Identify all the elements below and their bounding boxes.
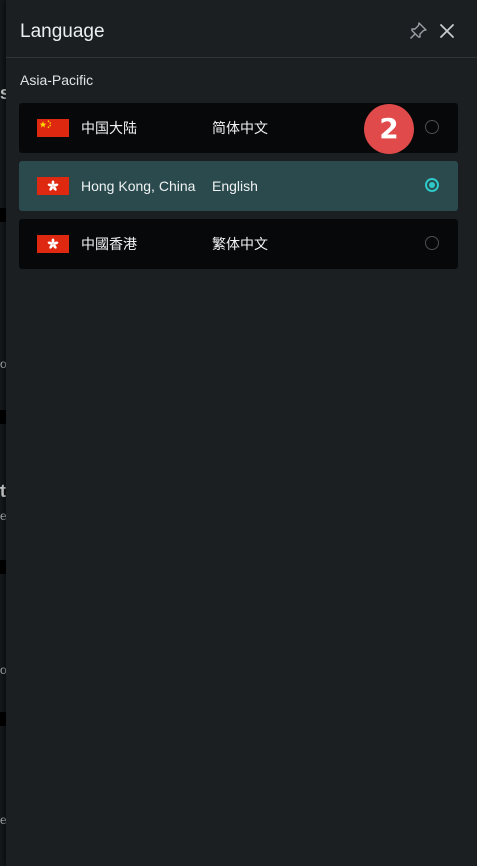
language-label: 简体中文 <box>212 120 268 136</box>
pin-icon[interactable] <box>407 20 429 42</box>
region-label: Hong Kong, China <box>81 178 196 194</box>
hong-kong-flag-icon <box>37 235 69 253</box>
region-label: 中國香港 <box>81 236 137 252</box>
panel-title: Language <box>20 21 105 42</box>
language-label: English <box>212 178 258 194</box>
radio-button[interactable] <box>425 236 439 250</box>
china-flag-icon <box>37 119 69 137</box>
language-option-hong-kong-traditional[interactable]: 中國香港 繁体中文 <box>19 219 458 269</box>
radio-button-selected[interactable] <box>425 178 439 192</box>
close-icon[interactable] <box>436 20 458 42</box>
radio-button[interactable] <box>425 120 439 134</box>
step-number-badge: 2 <box>364 104 414 154</box>
hong-kong-flag-icon <box>37 177 69 195</box>
language-option-hong-kong-english[interactable]: Hong Kong, China English <box>19 161 458 211</box>
section-label: Asia-Pacific <box>20 72 94 88</box>
language-label: 繁体中文 <box>212 236 268 252</box>
region-label: 中国大陆 <box>81 120 137 136</box>
panel-header: Language <box>6 0 477 58</box>
